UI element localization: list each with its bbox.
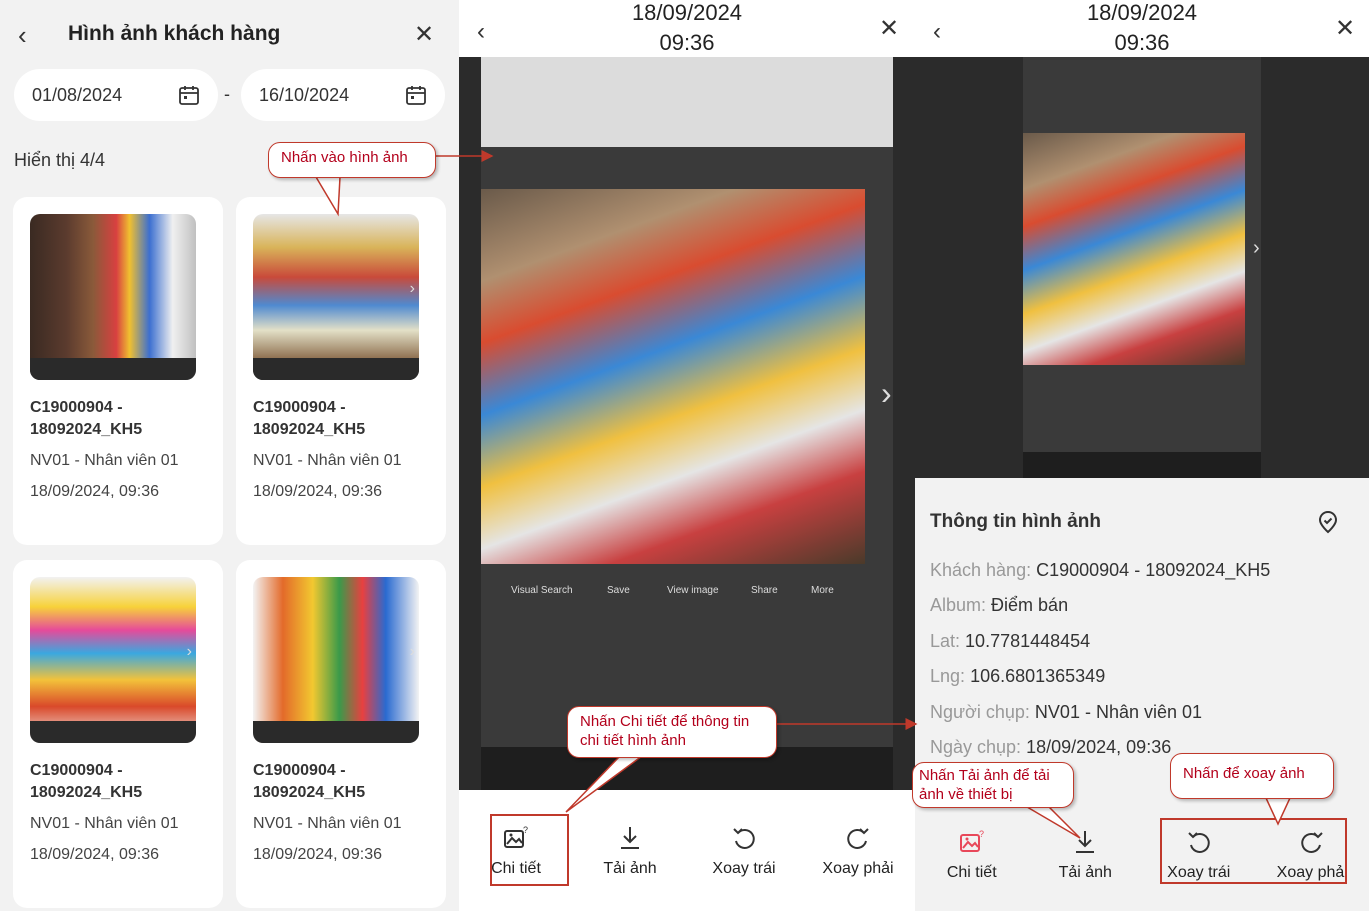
info-lng: Lng: 106.6801365349 (930, 666, 1105, 687)
callout-tap-rotate: Nhấn để xoay ảnh (1170, 753, 1334, 799)
card-employee: NV01 - Nhân viên 01 (253, 815, 402, 832)
info-date-value: 18/09/2024, 09:36 (1026, 737, 1172, 757)
viewer-time: 09:36 (659, 30, 715, 55)
image-viewer-screen: 18/09/2024 09:36 ‹ ✕ Visual Search Save … (459, 0, 915, 911)
calendar-icon[interactable] (405, 84, 427, 106)
card-timestamp: 18/09/2024, 09:36 (30, 846, 160, 863)
card-timestamp: 18/09/2024, 09:36 (253, 483, 383, 500)
download-icon (621, 827, 639, 849)
close-icon[interactable]: ✕ (879, 14, 899, 43)
info-date-taken: Ngày chụp: 18/09/2024, 09:36 (930, 737, 1171, 758)
image-thumbnail[interactable]: › (30, 577, 196, 743)
viewer-date: 18/09/2024 (631, 0, 743, 25)
photo-inner-toolbar: Visual Search Save View image Share More (511, 579, 871, 603)
full-image[interactable]: Visual Search Save View image Share More… (459, 57, 915, 790)
info-date: 18/09/2024 (1086, 0, 1198, 25)
date-from-value: 01/08/2024 (32, 85, 123, 105)
photo-tool-visual-search: Visual Search (511, 585, 573, 596)
card-customer-code: C19000904 - 18092024_KH5 (253, 762, 366, 801)
rotate-left-label: Xoay trái (712, 860, 776, 877)
card-timestamp: 18/09/2024, 09:36 (30, 483, 160, 500)
full-image[interactable]: › (915, 57, 1369, 478)
info-lng-label: Lng: (930, 666, 966, 686)
image-thumbnail[interactable]: › (253, 577, 419, 743)
detail-label: Chi tiết (946, 864, 997, 881)
image-thumbnail[interactable] (30, 214, 196, 380)
card-customer-code: C19000904 - 18092024_KH5 (253, 399, 366, 438)
rotate-right-icon (847, 828, 869, 849)
download-button[interactable]: Tải ảnh (573, 810, 687, 910)
result-count: Hiển thị 4/4 (14, 150, 106, 170)
card-employee: NV01 - Nhân viên 01 (253, 452, 402, 469)
info-customer-label: Khách hàng: (930, 560, 1032, 580)
store-photo (1023, 133, 1245, 365)
rotate-left-icon (733, 828, 755, 849)
callout-tap-download: Nhấn Tải ảnh để tải ảnh về thiết bị (912, 762, 1074, 808)
back-arrow-icon[interactable]: ‹ (933, 18, 941, 46)
store-photo (481, 189, 865, 564)
info-album-label: Album: (930, 595, 987, 615)
info-lat-value: 10.7781448454 (965, 631, 1091, 651)
info-photographer: Người chụp: NV01 - Nhân viên 01 (930, 702, 1202, 723)
detail-button[interactable]: ? Chi tiết (915, 814, 1029, 911)
photo-browser-bar (481, 57, 893, 147)
info-date-label: Ngày chụp: (930, 737, 1022, 757)
info-customer: Khách hàng: C19000904 - 18092024_KH5 (930, 560, 1270, 581)
info-album-value: Điểm bán (991, 595, 1069, 615)
image-card[interactable]: › C19000904 - 18092024_KH5 NV01 - Nhân v… (13, 560, 223, 908)
close-icon[interactable]: ✕ (1335, 14, 1355, 43)
info-lng-value: 106.6801365349 (970, 666, 1106, 686)
back-arrow-icon[interactable]: ‹ (18, 22, 46, 50)
card-timestamp: 18/09/2024, 09:36 (253, 846, 383, 863)
photo-content (1023, 57, 1261, 478)
callout-tap-detail: Nhấn Chi tiết để thông tin chi tiết hình… (567, 706, 777, 758)
card-customer-code: C19000904 - 18092024_KH5 (30, 762, 143, 801)
location-check-icon[interactable] (1316, 510, 1340, 534)
date-from-field[interactable]: 01/08/2024 (14, 69, 218, 121)
gallery-screen: ‹ Hình ảnh khách hàng ✕ 01/08/2024 - 16/… (0, 0, 459, 911)
download-label: Tải ảnh (1058, 864, 1112, 881)
download-icon (1076, 831, 1095, 853)
info-photographer-value: NV01 - Nhân viên 01 (1034, 702, 1203, 722)
calendar-icon[interactable] (178, 84, 200, 106)
image-card[interactable]: › C19000904 - 18092024_KH5 NV01 - Nhân v… (236, 197, 446, 545)
download-label: Tải ảnh (603, 860, 657, 877)
svg-text:?: ? (979, 829, 984, 839)
card-employee: NV01 - Nhân viên 01 (30, 815, 179, 832)
page-title: Hình ảnh khách hàng (68, 22, 281, 45)
info-time: 09:36 (1114, 30, 1170, 55)
rotate-left-button[interactable]: Xoay trái (687, 810, 801, 910)
info-lat: Lat: 10.7781448454 (930, 631, 1090, 652)
next-image-icon[interactable]: › (881, 375, 892, 412)
rotate-right-button[interactable]: Xoay phải (801, 810, 915, 910)
date-to-value: 16/10/2024 (259, 85, 350, 105)
date-separator: - (224, 84, 230, 104)
highlight-detail-button (490, 814, 569, 886)
back-arrow-icon[interactable]: ‹ (477, 18, 485, 46)
photo-tool-share: Share (751, 585, 778, 596)
download-button[interactable]: Tải ảnh (1029, 814, 1143, 911)
info-photographer-label: Người chụp: (930, 702, 1030, 722)
image-thumbnail[interactable]: › (253, 214, 419, 380)
photo-content: Visual Search Save View image Share More (481, 57, 893, 790)
photo-tool-save: Save (607, 585, 630, 596)
photo-taskbar (1023, 452, 1261, 478)
close-icon[interactable]: ✕ (414, 22, 434, 48)
callout-tap-image: Nhấn vào hình ảnh (268, 142, 436, 178)
highlight-rotate-buttons (1160, 818, 1347, 884)
card-customer-code: C19000904 - 18092024_KH5 (30, 399, 143, 438)
card-employee: NV01 - Nhân viên 01 (30, 452, 179, 469)
image-card[interactable]: C19000904 - 18092024_KH5 NV01 - Nhân viê… (13, 197, 223, 545)
date-to-field[interactable]: 16/10/2024 (241, 69, 445, 121)
image-card[interactable]: › C19000904 - 18092024_KH5 NV01 - Nhân v… (236, 560, 446, 908)
photo-tool-more: More (811, 585, 834, 596)
info-album: Album: Điểm bán (930, 595, 1068, 616)
info-customer-value: C19000904 - 18092024_KH5 (1036, 560, 1271, 580)
info-title: Thông tin hình ảnh (930, 511, 1101, 532)
rotate-right-label: Xoay phải (822, 860, 894, 877)
image-info-icon: ? (959, 829, 984, 852)
info-lat-label: Lat: (930, 631, 961, 651)
photo-tool-view-image: View image (667, 585, 719, 596)
next-image-icon[interactable]: › (1253, 237, 1260, 260)
